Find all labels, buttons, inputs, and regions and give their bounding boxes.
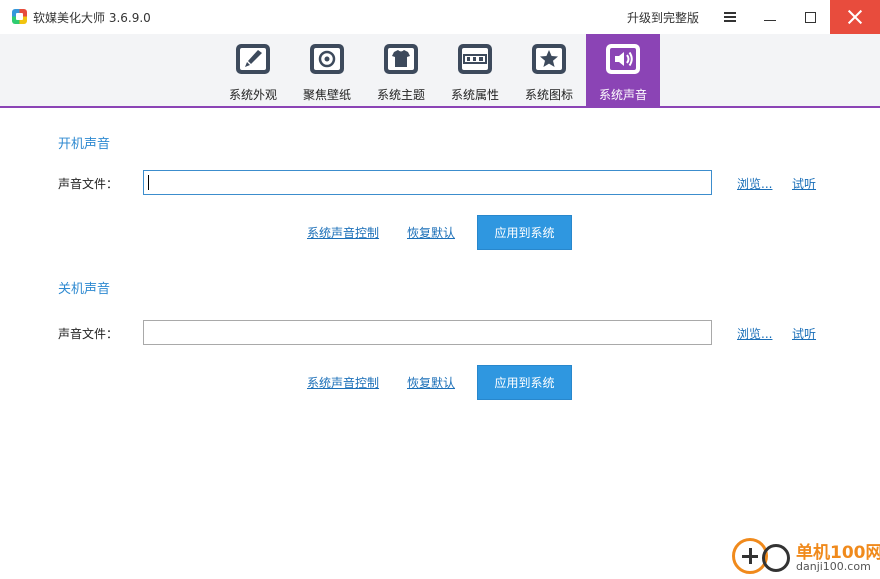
tab-focus-wallpaper[interactable]: 聚焦壁纸 xyxy=(290,34,364,108)
tab-system-sound[interactable]: 系统声音 xyxy=(586,34,660,108)
shutdown-browse-link[interactable]: 浏览... xyxy=(737,325,772,342)
startup-browse-link[interactable]: 浏览... xyxy=(737,175,772,192)
minimize-icon xyxy=(764,19,776,21)
app-logo-icon xyxy=(12,9,27,24)
tab-label: 系统声音 xyxy=(598,88,647,102)
startup-file-label: 声音文件： xyxy=(58,177,119,191)
startup-file-input[interactable] xyxy=(143,170,712,195)
oem-icon xyxy=(458,44,492,74)
tab-label: 系统图标 xyxy=(524,88,573,102)
tab-label: 系统主题 xyxy=(376,88,425,102)
startup-sound-title: 开机声音 xyxy=(58,137,111,152)
tab-system-properties[interactable]: 系统属性 xyxy=(438,34,512,108)
title-bar: 软媒美化大师 3.6.9.0 升级到完整版 xyxy=(0,0,880,34)
star-icon xyxy=(532,44,566,74)
upgrade-link[interactable]: 升级到完整版 xyxy=(627,9,699,26)
tshirt-icon xyxy=(384,44,418,74)
close-icon xyxy=(848,10,862,24)
paintbrush-icon xyxy=(236,44,270,74)
tab-system-appearance[interactable]: 系统外观 xyxy=(216,34,290,108)
window-title: 软媒美化大师 3.6.9.0 xyxy=(33,11,151,25)
speaker-icon xyxy=(606,44,640,74)
watermark-domain: danji100.com xyxy=(796,560,871,573)
startup-restore-default-link[interactable]: 恢复默认 xyxy=(407,224,455,241)
shutdown-restore-default-link[interactable]: 恢复默认 xyxy=(407,374,455,391)
tab-system-theme[interactable]: 系统主题 xyxy=(364,34,438,108)
tab-label: 系统外观 xyxy=(228,88,277,102)
shutdown-apply-button[interactable]: 应用到系统 xyxy=(477,365,572,400)
maximize-icon xyxy=(804,11,816,23)
startup-apply-button[interactable]: 应用到系统 xyxy=(477,215,572,250)
shutdown-sound-title: 关机声音 xyxy=(58,282,111,297)
close-button[interactable] xyxy=(830,0,880,34)
tab-label: 聚焦壁纸 xyxy=(302,88,351,102)
tab-system-icons[interactable]: 系统图标 xyxy=(512,34,586,108)
shutdown-file-label: 声音文件： xyxy=(58,327,119,341)
shutdown-file-input[interactable] xyxy=(143,320,712,345)
minimize-button[interactable] xyxy=(750,0,790,34)
maximize-button[interactable] xyxy=(790,0,830,34)
tab-label: 系统属性 xyxy=(450,88,499,102)
watermark-ring-icon xyxy=(762,544,790,572)
menu-button[interactable] xyxy=(710,0,750,34)
feature-toolbar: 系统外观 聚焦壁纸 系统主题 系统属性 系统图标 系统声音 xyxy=(0,34,880,108)
shutdown-sound-control-link[interactable]: 系统声音控制 xyxy=(307,374,379,391)
wallpaper-icon xyxy=(310,44,344,74)
shutdown-preview-link[interactable]: 试听 xyxy=(792,325,816,342)
startup-sound-control-link[interactable]: 系统声音控制 xyxy=(307,224,379,241)
site-watermark: 单机100网 danji100.com xyxy=(730,536,880,579)
hamburger-icon xyxy=(724,12,736,22)
startup-preview-link[interactable]: 试听 xyxy=(792,175,816,192)
text-caret xyxy=(148,175,149,190)
